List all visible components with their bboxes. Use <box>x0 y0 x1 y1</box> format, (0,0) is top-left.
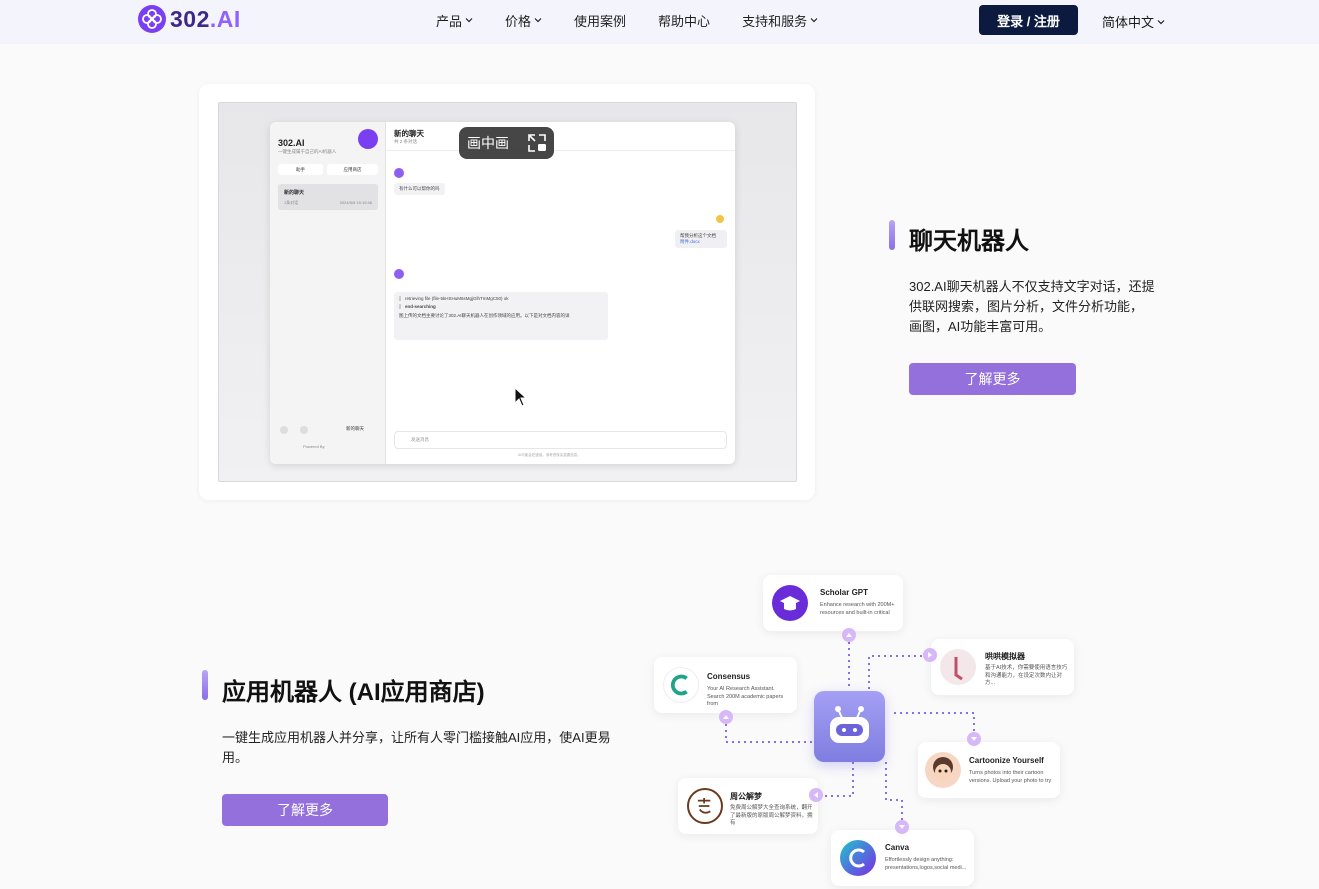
zhougong-icon <box>687 788 723 824</box>
honghong-icon <box>940 649 976 685</box>
title-accent-bar <box>202 670 208 700</box>
menu-item-use-cases[interactable]: 使用案例 <box>574 12 626 29</box>
menu-item-help-center[interactable]: 帮助中心 <box>658 12 710 29</box>
menu-item-support[interactable]: 支持和服务 <box>742 12 818 29</box>
app-card-honghong[interactable]: 哄哄模拟器 基于AI技术，你需要使用语言技巧和沟通能力，在设定次数内让对方... <box>931 639 1074 695</box>
appbot-learn-more-button[interactable]: 了解更多 <box>222 794 388 826</box>
chat-app-title: 302.AI <box>278 138 305 148</box>
connector-dot-icon <box>967 732 981 746</box>
top-navbar: 302.AI 产品 价格 使用案例 帮助中心 支持和服务 登录 / 注册 简体中… <box>0 0 1319 44</box>
logo[interactable]: 302.AI <box>138 5 241 33</box>
bot-message: retrieving file (file-5kHSHuM6sMgjGlhTmM… <box>394 292 608 340</box>
connector-dot-icon <box>923 648 937 662</box>
menu-item-products[interactable]: 产品 <box>436 12 473 29</box>
divider <box>386 150 735 151</box>
logo-text: 302.AI <box>170 5 241 32</box>
disclaimer-note: AI可能会犯错误，请考虑核实重要信息。 <box>518 453 581 457</box>
canva-icon <box>840 840 876 876</box>
app-card-scholar-gpt[interactable]: Scholar GPT Enhance research with 200M+ … <box>763 575 903 631</box>
connector-dot-icon <box>895 820 909 834</box>
bot-avatar <box>394 168 404 178</box>
chat-main-subtitle: 共 2 条对话 <box>394 139 418 144</box>
github-icon <box>300 426 308 434</box>
chatbot-preview-card: 302.AI 一键生成属于自己的AI机器人 助手 应用商店 新的聊天 1条对话 … <box>199 84 815 500</box>
chat-app-logo-icon <box>358 129 378 149</box>
chat-main-title: 新的聊天 <box>394 129 424 138</box>
chatbot-video-preview[interactable]: 302.AI 一键生成属于自己的AI机器人 助手 应用商店 新的聊天 1条对话 … <box>218 102 797 482</box>
conversation-title: 新的聊天 <box>284 190 305 196</box>
chatbot-title: 聊天机器人 <box>909 228 1029 255</box>
title-accent-bar <box>889 220 895 250</box>
conversation-count: 1条对话 <box>284 200 299 205</box>
menu-item-pricing[interactable]: 价格 <box>505 12 542 29</box>
connector-dot-icon <box>809 788 823 802</box>
robot-hub-icon <box>814 691 885 762</box>
appbot-description: 一键生成应用机器人并分享，让所有人零门槛接触AI应用，使AI更易用。 <box>222 730 611 765</box>
app-store-button: 应用商店 <box>327 164 378 175</box>
app-card-canva[interactable]: Canva Effortlessly design anything: pres… <box>831 830 974 886</box>
user-avatar <box>716 215 724 223</box>
connector-dot-icon <box>842 628 856 642</box>
app-card-cartoonize-yourself[interactable]: Cartoonize Yourself Turns photos into th… <box>918 742 1060 798</box>
language-selector[interactable]: 简体中文 <box>1102 12 1165 31</box>
app-card-zhougong[interactable]: 周公解梦 免费周公解梦大全查询系统，翻开了最新版的原版周公解梦资料，拥有 <box>678 778 818 834</box>
chatbot-description: 302.AI聊天机器人不仅支持文字对话，还提供联网搜索，图片分析，文件分析功能，… <box>909 279 1155 334</box>
user-message: 帮我分析这个文档 附件.docx <box>675 230 727 248</box>
chat-app-sidebar: 302.AI 一键生成属于自己的AI机器人 助手 应用商店 新的聊天 1条对话 … <box>270 122 386 464</box>
assistant-button: 助手 <box>278 164 323 175</box>
mouse-cursor-icon <box>514 387 528 407</box>
logo-icon <box>138 5 166 33</box>
chat-app-sidebar-footer: 新的聊天 Powered By <box>270 424 386 464</box>
chevron-down-icon <box>810 18 818 23</box>
bot-message: 有什么可以帮你的吗 <box>394 183 445 195</box>
conversation-date: 2024/5/8 15:19:46 <box>339 200 372 205</box>
picture-in-picture-button[interactable]: 画中画 <box>459 127 554 159</box>
appbot-title: 应用机器人 (AI应用商店) <box>222 679 485 706</box>
main-menu: 产品 价格 使用案例 帮助中心 支持和服务 <box>436 12 850 29</box>
message-input: 发送消息 <box>394 431 727 449</box>
chevron-down-icon <box>465 18 473 23</box>
new-chat-button: 新的聊天 <box>346 426 364 431</box>
chat-app-window: 302.AI 一键生成属于自己的AI机器人 助手 应用商店 新的聊天 1条对话 … <box>270 122 735 464</box>
settings-icon <box>280 426 288 434</box>
chat-app-subtitle: 一键生成属于自己的AI机器人 <box>278 149 337 154</box>
powered-by-label: Powered By <box>303 444 325 449</box>
chatbot-learn-more-button[interactable]: 了解更多 <box>909 363 1076 395</box>
consensus-icon <box>663 667 699 703</box>
login-button[interactable]: 登录 / 注册 <box>979 5 1078 35</box>
picture-in-picture-icon <box>528 134 546 152</box>
chevron-down-icon <box>1157 19 1165 24</box>
chevron-down-icon <box>534 18 542 23</box>
cartoonize-icon <box>925 752 961 788</box>
bot-avatar <box>394 269 404 279</box>
conversation-item: 新的聊天 1条对话 2024/5/8 15:19:46 <box>278 184 378 210</box>
connector-dot-icon <box>719 710 733 724</box>
scholar-gpt-icon <box>772 585 808 621</box>
app-card-consensus[interactable]: Consensus Your AI Research Assistant. Se… <box>654 657 797 713</box>
